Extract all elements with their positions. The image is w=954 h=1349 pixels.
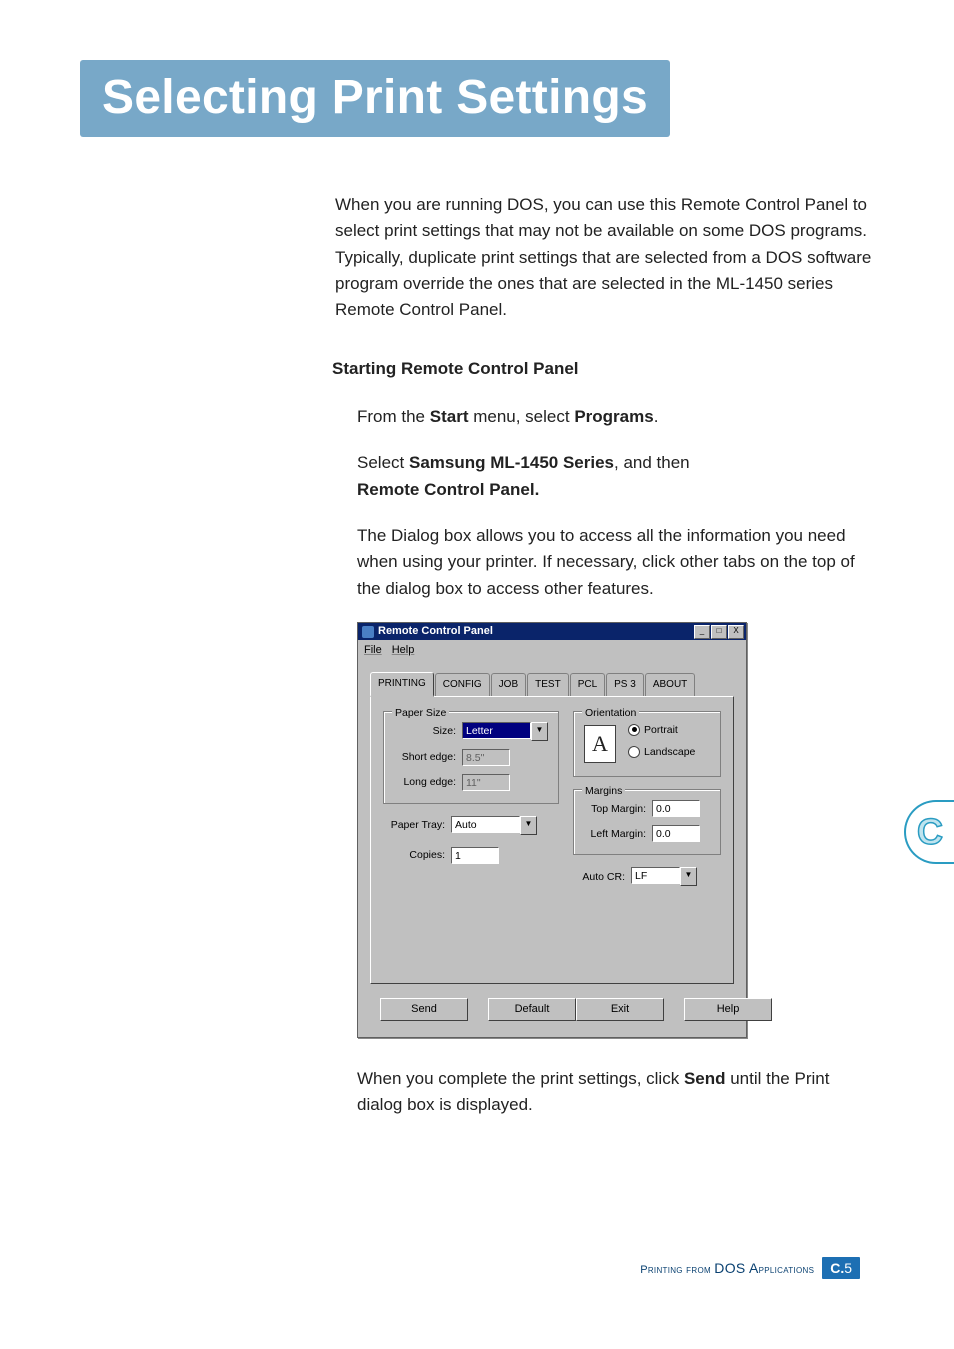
chevron-down-icon: ▼	[680, 867, 697, 886]
content-body: When you are running DOS, you can use th…	[335, 192, 875, 1118]
default-button[interactable]: Default	[488, 998, 576, 1021]
tab-printing[interactable]: PRINTING	[370, 672, 434, 697]
menu-help[interactable]: Help	[392, 642, 415, 659]
tab-test[interactable]: TEST	[527, 673, 569, 696]
minimize-button[interactable]: _	[694, 625, 710, 639]
step-4: When you complete the print settings, cl…	[357, 1066, 875, 1119]
steps: From the Start menu, select Programs. Se…	[357, 404, 875, 1118]
radio-landscape[interactable]: Landscape	[628, 744, 695, 760]
top-margin-field[interactable]: 0.0	[652, 800, 700, 817]
label-long-edge: Long edge:	[394, 774, 456, 790]
group-margins: Margins Top Margin: 0.0 Left Margin: 0.0	[573, 789, 721, 855]
send-button[interactable]: Send	[380, 998, 468, 1021]
app-icon	[362, 626, 374, 638]
intro-paragraph: When you are running DOS, you can use th…	[335, 192, 875, 324]
label-copies: Copies:	[383, 847, 445, 863]
step-2: Select Samsung ML-1450 Series, and then …	[357, 450, 875, 503]
auto-cr-combo[interactable]: LF ▼	[631, 867, 697, 886]
footer: Printing from DOS Applications C.5	[640, 1257, 860, 1279]
step-1: From the Start menu, select Programs.	[357, 404, 875, 430]
menu-file[interactable]: File	[364, 642, 382, 659]
dialog-button-row: Send Default Exit Help	[370, 984, 734, 1025]
step-3: The Dialog box allows you to access all …	[357, 523, 875, 602]
chevron-down-icon: ▼	[520, 816, 537, 835]
titlebar-text: Remote Control Panel	[378, 623, 694, 640]
label-auto-cr: Auto CR:	[573, 869, 625, 885]
remote-control-panel-dialog: Remote Control Panel _ □ X File Help PRI…	[357, 622, 747, 1038]
copies-field[interactable]: 1	[451, 847, 499, 864]
tab-job[interactable]: JOB	[491, 673, 526, 696]
tab-about[interactable]: ABOUT	[645, 673, 695, 696]
group-paper-size: Paper Size Size: Letter ▼	[383, 711, 559, 804]
heading-text: Selecting Print Settings	[102, 71, 648, 124]
tab-ps3[interactable]: PS 3	[606, 673, 644, 696]
group-orientation: Orientation A Portrait Landscape	[573, 711, 721, 778]
tab-strip: PRINTING CONFIG JOB TEST PCL PS 3 ABOUT	[370, 671, 734, 697]
label-short-edge: Short edge:	[394, 749, 456, 765]
label-paper-tray: Paper Tray:	[383, 817, 445, 833]
heading-banner: Selecting Print Settings	[80, 60, 670, 137]
short-edge-field: 8.5"	[462, 749, 510, 766]
footer-label: Printing from DOS Applications	[640, 1260, 814, 1276]
radio-portrait[interactable]: Portrait	[628, 722, 695, 738]
exit-button[interactable]: Exit	[576, 998, 664, 1021]
section-heading: Starting Remote Control Panel	[332, 356, 875, 382]
menubar: File Help	[358, 640, 746, 661]
paper-tray-combo[interactable]: Auto ▼	[451, 816, 537, 835]
help-button[interactable]: Help	[684, 998, 772, 1021]
maximize-button[interactable]: □	[711, 625, 727, 639]
left-margin-field[interactable]: 0.0	[652, 825, 700, 842]
close-button[interactable]: X	[728, 625, 744, 639]
titlebar: Remote Control Panel _ □ X	[358, 623, 746, 640]
size-combo[interactable]: Letter ▼	[462, 722, 548, 741]
label-size: Size:	[394, 723, 456, 739]
side-tab-letter: C	[917, 811, 943, 853]
tab-config[interactable]: CONFIG	[435, 673, 490, 696]
long-edge-field: 11"	[462, 774, 510, 791]
orientation-preview-icon: A	[584, 725, 616, 763]
side-tab: C	[904, 800, 954, 864]
tab-panel-printing: Paper Size Size: Letter ▼	[370, 696, 734, 984]
chevron-down-icon: ▼	[531, 722, 548, 741]
label-top-margin: Top Margin:	[584, 801, 646, 817]
label-left-margin: Left Margin:	[584, 826, 646, 842]
footer-page: C.5	[822, 1257, 860, 1279]
tab-pcl[interactable]: PCL	[570, 673, 605, 696]
